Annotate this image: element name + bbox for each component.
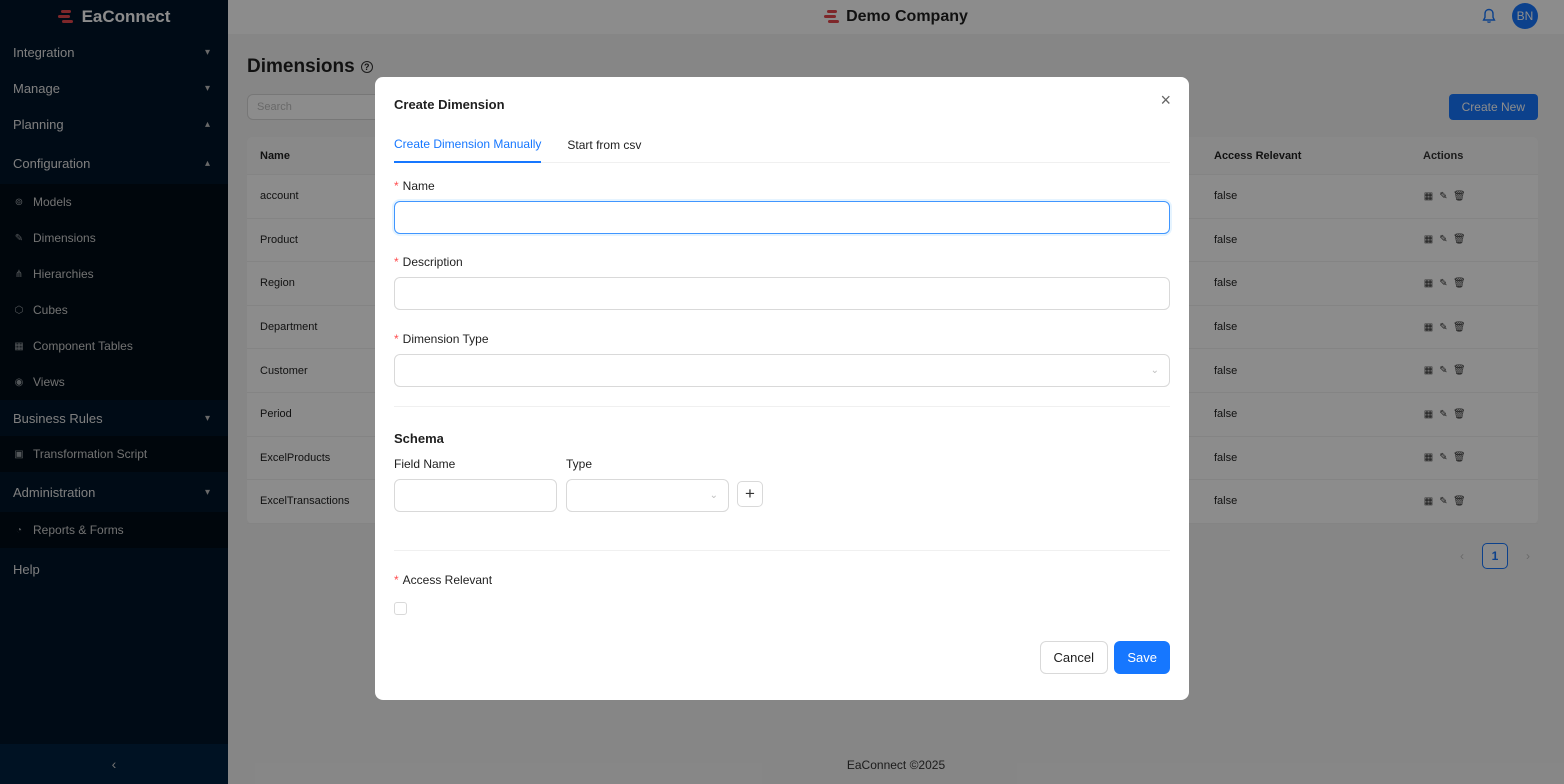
required-mark: *	[394, 255, 399, 269]
required-mark: *	[394, 332, 399, 346]
dimension-type-select[interactable]: ⌄	[394, 354, 1170, 387]
modal-title: Create Dimension	[394, 97, 505, 112]
divider	[394, 406, 1170, 407]
modal-tabs: Create Dimension Manually Start from csv	[394, 127, 1170, 163]
chevron-down-icon: ⌄	[709, 490, 718, 501]
save-button[interactable]: Save	[1114, 641, 1170, 674]
chevron-down-icon: ⌄	[1150, 365, 1159, 376]
create-dimension-modal: Create Dimension × Create Dimension Manu…	[375, 77, 1189, 700]
description-label: * Description	[394, 255, 463, 269]
field-name-input[interactable]	[394, 479, 557, 512]
add-field-button[interactable]: +	[737, 481, 763, 507]
tab-start-from-csv[interactable]: Start from csv	[567, 127, 641, 163]
cancel-button[interactable]: Cancel	[1039, 641, 1108, 674]
description-field[interactable]	[394, 277, 1170, 310]
label-text: Access Relevant	[402, 573, 493, 587]
schema-type-label: Type	[566, 457, 593, 471]
schema-title: Schema	[394, 431, 444, 446]
dimension-type-label: * Dimension Type	[394, 332, 489, 346]
schema-type-select[interactable]: ⌄	[566, 479, 729, 512]
access-relevant-checkbox[interactable]	[394, 602, 407, 615]
divider	[394, 550, 1170, 551]
label-text: Description	[402, 255, 463, 269]
name-label: * Name	[394, 179, 435, 193]
name-field[interactable]	[394, 201, 1170, 234]
access-relevant-label: * Access Relevant	[394, 573, 492, 587]
label-text: Name	[402, 179, 435, 193]
plus-icon: +	[745, 484, 755, 503]
field-name-label: Field Name	[394, 457, 456, 471]
close-icon[interactable]: ×	[1160, 91, 1171, 109]
tab-create-manually[interactable]: Create Dimension Manually	[394, 127, 542, 163]
label-text: Dimension Type	[402, 332, 489, 346]
required-mark: *	[394, 573, 399, 587]
required-mark: *	[394, 179, 399, 193]
